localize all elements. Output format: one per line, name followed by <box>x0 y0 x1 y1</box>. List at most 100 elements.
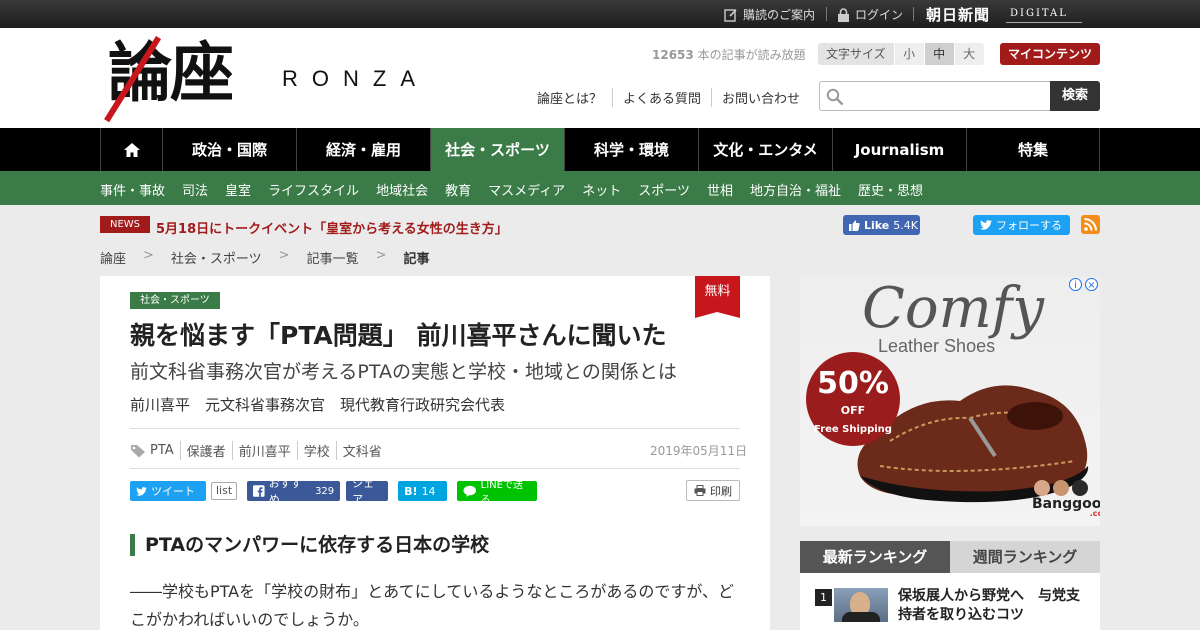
font-size-small-button[interactable]: 小 <box>893 43 924 65</box>
tag-link[interactable]: 前川喜平 <box>231 441 297 460</box>
tag-link[interactable]: 文科省 <box>335 441 388 460</box>
login-label: ログイン <box>855 8 904 22</box>
subnav-item[interactable]: ネット <box>582 180 621 199</box>
subnav-item[interactable]: 教育 <box>445 180 471 199</box>
tab-weekly-ranking[interactable]: 週間ランキング <box>950 541 1100 573</box>
free-badge: 無料 <box>695 276 740 318</box>
article-body-paragraph: ――学校もPTAを「学校の財布」とあてにしているようなところがあるのですが、どこ… <box>130 582 735 629</box>
divider <box>130 428 740 429</box>
search-input[interactable] <box>848 82 1048 110</box>
ad-discount-percent: 50% <box>817 366 889 401</box>
ranking-item[interactable]: 1 保坂展人から野党へ 与党支持者を取り込むコツ <box>800 573 1100 630</box>
tag-link[interactable]: 保護者 <box>179 441 232 460</box>
breadcrumb: 論座 > 社会・スポーツ > 記事一覧 > 記事 <box>100 248 430 267</box>
subnav-item[interactable]: 歴史・思想 <box>858 180 923 199</box>
ranking-title: 保坂展人から野党へ 与党支持者を取り込むコツ <box>898 588 1080 623</box>
subnav-item[interactable]: 地域社会 <box>376 180 428 199</box>
breadcrumb-current: 記事 <box>403 252 430 267</box>
nav-society-sports[interactable]: 社会・スポーツ <box>430 128 564 171</box>
advertisement-banner[interactable]: Comfy Leather Shoes 50% OFF Free Shippin… <box>800 276 1100 526</box>
ad-discount-off: OFF <box>840 404 866 417</box>
twitter-bird-icon <box>136 486 147 496</box>
subnav-item[interactable]: スポーツ <box>638 180 690 199</box>
about-link[interactable]: 論座とは？ <box>537 88 612 107</box>
search-button[interactable]: 検索 <box>1050 81 1100 111</box>
article-subtitle: 前文科省事務次官が考えるPTAの実態と学校・地域との関係とは <box>130 361 677 383</box>
portrait-suit <box>842 612 880 622</box>
tab-latest-ranking[interactable]: 最新ランキング <box>800 541 950 573</box>
lock-icon <box>838 7 849 22</box>
search-box: 検索 <box>819 81 1100 111</box>
subnav-item[interactable]: 司法 <box>182 180 208 199</box>
read-count-text: 12653 本の記事が読み放題 <box>652 46 806 63</box>
twitter-list-button[interactable]: list <box>211 482 238 500</box>
nav-economy[interactable]: 経済・雇用 <box>296 128 430 171</box>
news-headline-link[interactable]: 5月18日にトークイベント「皇室から考える女性の生き方」 <box>156 218 508 237</box>
breadcrumb-separator: > <box>375 248 387 263</box>
category-tag[interactable]: 社会・スポーツ <box>130 292 220 309</box>
twitter-follow-button[interactable]: フォローする <box>973 215 1070 235</box>
ad-shipping: Free Shipping <box>814 424 892 435</box>
my-content-button[interactable]: マイコンテンツ <box>1000 43 1100 65</box>
faq-link[interactable]: よくある質問 <box>612 88 711 107</box>
facebook-like-button[interactable]: Like 5.4K <box>843 215 920 235</box>
asahi-logo[interactable]: 朝日新聞 <box>926 4 990 25</box>
read-count-suffix: 本の記事が読み放題 <box>693 48 806 62</box>
news-badge: NEWS <box>100 216 150 233</box>
tag-link[interactable]: PTA <box>150 443 180 458</box>
ad-close-icon[interactable]: × <box>1085 278 1098 291</box>
subnav-item[interactable]: 地方自治・福祉 <box>750 180 841 199</box>
article-card: 社会・スポーツ 無料 親を悩ます「PTA問題」 前川喜平さんに聞いた 前文科省事… <box>100 276 770 630</box>
site-logo-latin: RONZA <box>282 66 429 91</box>
font-size-large-button[interactable]: 大 <box>953 43 984 65</box>
digital-underline <box>1006 22 1082 23</box>
divider <box>913 7 914 21</box>
subnav-item[interactable]: ライフスタイル <box>268 180 359 199</box>
facebook-recommend-count: 329 <box>315 485 335 497</box>
nav-science[interactable]: 科学・環境 <box>564 128 698 171</box>
print-button[interactable]: 印刷 <box>686 480 740 501</box>
hatena-bookmark-button[interactable]: B! 14 <box>398 481 448 501</box>
divider <box>826 7 827 21</box>
nav-politics[interactable]: 政治・国際 <box>162 128 296 171</box>
font-size-label: 文字サイズ <box>818 43 894 65</box>
printer-icon <box>694 485 706 496</box>
rss-button[interactable] <box>1081 215 1100 234</box>
subscribe-link[interactable]: 購読のご案内 <box>724 6 815 23</box>
share-bar: ツイート list おすすめ 329 シェア B! 14 LINEで送る <box>130 477 538 506</box>
subnav-item[interactable]: 事件・事故 <box>100 180 165 199</box>
ad-brand-logo: Banggood .com <box>1032 496 1100 518</box>
nav-special[interactable]: 特集 <box>966 128 1100 171</box>
article-author[interactable]: 前川喜平 元文科省事務次官 現代教育行政研究会代表 <box>130 394 505 415</box>
rank-number: 1 <box>815 589 832 606</box>
contact-link[interactable]: お問い合わせ <box>711 88 810 107</box>
ad-info-icon[interactable]: i <box>1069 278 1082 291</box>
subnav-item[interactable]: マスメディア <box>488 180 565 199</box>
breadcrumb-separator: > <box>278 248 290 263</box>
breadcrumb-article-list[interactable]: 記事一覧 <box>307 248 359 267</box>
digital-logo: DIGITAL <box>1010 8 1068 19</box>
top-utility-bar: 購読のご案内 ログイン 朝日新聞 DIGITAL <box>0 0 1200 28</box>
nav-culture[interactable]: 文化・エンタメ <box>698 128 832 171</box>
facebook-like-label: Like <box>864 218 890 232</box>
hatena-count: 14 <box>421 484 436 498</box>
tweet-button[interactable]: ツイート <box>130 481 206 501</box>
tag-link[interactable]: 学校 <box>296 441 336 460</box>
ad-choices[interactable]: i × <box>1069 278 1098 291</box>
login-link[interactable]: ログイン <box>837 6 903 23</box>
nav-journalism[interactable]: Journalism <box>832 128 966 171</box>
nav-home[interactable] <box>100 128 162 171</box>
facebook-share-button[interactable]: シェア <box>346 477 389 506</box>
subnav-item[interactable]: 皇室 <box>225 180 251 199</box>
ad-discount-badge: 50% OFF Free Shipping <box>806 352 900 446</box>
font-size-medium-button[interactable]: 中 <box>923 43 954 65</box>
site-logo[interactable]: 論座 <box>108 34 234 114</box>
breadcrumb-category[interactable]: 社会・スポーツ <box>171 248 262 267</box>
home-icon <box>123 142 140 157</box>
subnav-item[interactable]: 世相 <box>707 180 733 199</box>
tweet-label: ツイート <box>151 485 195 498</box>
line-share-button[interactable]: LINEで送る <box>457 480 538 506</box>
facebook-recommend-button[interactable]: おすすめ 329 <box>247 477 341 506</box>
tag-icon <box>131 444 145 457</box>
breadcrumb-home[interactable]: 論座 <box>100 248 126 267</box>
